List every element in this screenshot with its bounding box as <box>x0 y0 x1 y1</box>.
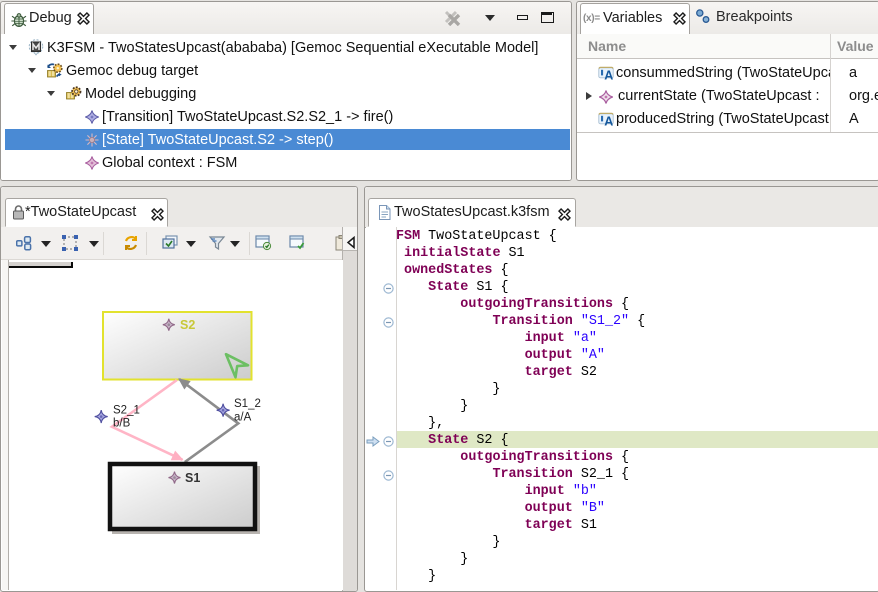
svg-text:S1: S1 <box>185 471 200 485</box>
svg-text:a/A: a/A <box>234 412 252 424</box>
svg-text:b/B: b/B <box>113 417 131 429</box>
svg-text:S1_2: S1_2 <box>234 398 261 410</box>
svg-text:A: A <box>604 114 613 127</box>
svg-text:S2_1: S2_1 <box>113 405 140 417</box>
svg-text:A: A <box>604 68 613 81</box>
svg-text:S2: S2 <box>180 318 195 332</box>
